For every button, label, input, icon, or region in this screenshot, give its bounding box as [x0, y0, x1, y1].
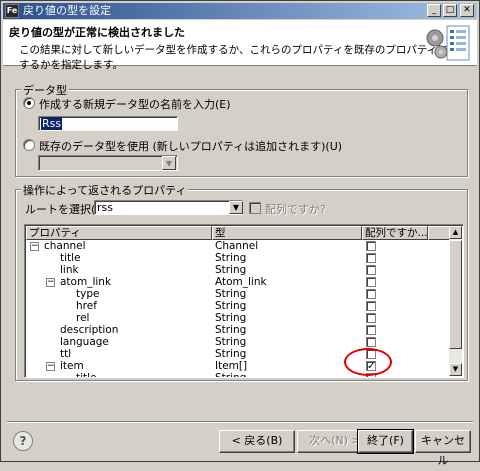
table-row[interactable]: − channel Channel: [26, 240, 450, 252]
property-name: atom_link: [60, 276, 112, 288]
column-header-filler: [428, 226, 450, 240]
property-type: String: [215, 252, 247, 264]
column-header-property[interactable]: プロパティ: [26, 226, 212, 240]
new-datatype-name-input[interactable]: Rss: [38, 116, 178, 131]
root-select-value: rss: [97, 201, 113, 214]
property-name: language: [60, 336, 109, 348]
use-existing-radio[interactable]: [23, 139, 35, 151]
property-type: Atom_link: [215, 276, 267, 288]
maximize-button[interactable]: □: [443, 4, 457, 17]
table-row[interactable]: rel String: [26, 312, 450, 324]
highlight-circle-annotation: [344, 348, 392, 376]
dialog-window: Fe 戻り値の型を設定 _ □ ✕ 戻り値の型が正常に検出されました この結果に…: [0, 0, 480, 467]
help-icon[interactable]: ?: [13, 431, 33, 451]
finish-button[interactable]: 終了(F): [357, 429, 414, 454]
table-row[interactable]: description String: [26, 324, 450, 336]
property-name: ttl: [60, 348, 72, 360]
is-array-row-checkbox[interactable]: [366, 337, 376, 347]
use-existing-label: 既存のデータ型を使用 (新しいプロパティは追加されます)(U): [39, 140, 343, 153]
tree-collapse-icon[interactable]: −: [30, 242, 39, 251]
table-vertical-scrollbar[interactable]: ▲ ▼: [449, 226, 462, 376]
create-new-label: 作成する新規データ型の名前を入力(E): [39, 98, 231, 111]
is-array-checkbox[interactable]: [249, 202, 261, 214]
is-array-row-checkbox[interactable]: [366, 325, 376, 335]
existing-datatype-dropdown-icon[interactable]: ▼: [162, 156, 176, 170]
table-row[interactable]: title String: [26, 252, 450, 264]
scroll-down-icon[interactable]: ▼: [449, 363, 462, 376]
minimize-button[interactable]: _: [427, 4, 441, 17]
property-type: String: [215, 336, 247, 348]
property-type: String: [215, 348, 247, 360]
cancel-button[interactable]: キャンセル: [415, 430, 471, 467]
table-row[interactable]: title String: [26, 372, 450, 378]
scroll-thumb[interactable]: [449, 240, 462, 349]
existing-datatype-select[interactable]: [38, 155, 178, 171]
back-button[interactable]: < 戻る(B): [219, 430, 295, 453]
is-array-row-checkbox[interactable]: [366, 277, 376, 287]
property-name: title: [76, 372, 97, 378]
is-array-row-checkbox[interactable]: [366, 265, 376, 275]
scroll-up-icon[interactable]: ▲: [449, 226, 462, 239]
wizard-gears-graphic: [426, 25, 470, 61]
app-icon: Fe: [5, 4, 19, 18]
table-row[interactable]: language String: [26, 336, 450, 348]
column-header-is-array[interactable]: 配列ですか...: [362, 226, 428, 240]
property-name: type: [76, 288, 100, 300]
wizard-header: 戻り値の型が正常に検出されました この結果に対して新しいデータ型を作成するか、こ…: [3, 20, 477, 71]
property-name: description: [60, 324, 119, 336]
property-name: channel: [44, 240, 86, 252]
column-header-type[interactable]: 型: [212, 226, 362, 240]
header-title: 戻り値の型が正常に検出されました: [9, 26, 185, 39]
table-row[interactable]: type String: [26, 288, 450, 300]
is-array-row-checkbox[interactable]: [366, 241, 376, 251]
property-name: href: [76, 300, 97, 312]
header-description: この結果に対して新しいデータ型を作成するか、これらのプロパティを既存のプロパティ…: [19, 44, 469, 71]
table-header: プロパティ 型 配列ですか...: [26, 226, 463, 240]
tree-collapse-icon[interactable]: −: [46, 278, 55, 287]
property-type: String: [215, 264, 247, 276]
is-array-row-checkbox[interactable]: [366, 253, 376, 263]
tree-collapse-icon[interactable]: −: [46, 362, 55, 371]
property-name: item: [60, 360, 84, 372]
new-datatype-name-value: Rss: [41, 117, 63, 130]
is-array-label: 配列ですか?: [265, 203, 326, 216]
table-row[interactable]: href String: [26, 300, 450, 312]
property-type: String: [215, 324, 247, 336]
is-array-row-checkbox[interactable]: [366, 289, 376, 299]
property-type: String: [215, 288, 247, 300]
root-dropdown-icon[interactable]: ▼: [229, 201, 243, 214]
table-row[interactable]: link String: [26, 264, 450, 276]
table-row[interactable]: − atom_link Atom_link: [26, 276, 450, 288]
property-type: String: [215, 312, 247, 324]
property-type: Item[]: [215, 360, 248, 372]
title-bar[interactable]: Fe 戻り値の型を設定 _ □ ✕: [3, 3, 477, 19]
properties-table: プロパティ 型 配列ですか... − channel Channel title Str…: [24, 224, 464, 378]
window-title: 戻り値の型を設定: [23, 4, 111, 17]
property-type: String: [215, 372, 247, 378]
root-select[interactable]: rss: [94, 200, 243, 215]
close-button[interactable]: ✕: [460, 4, 474, 17]
bottom-separator: [7, 421, 473, 423]
properties-group-label: 操作によって返されるプロパティ: [21, 182, 189, 198]
property-type: String: [215, 300, 247, 312]
property-name: link: [60, 264, 79, 276]
create-new-radio[interactable]: [23, 97, 35, 109]
is-array-row-checkbox[interactable]: [366, 301, 376, 311]
property-name: rel: [76, 312, 90, 324]
property-name: title: [60, 252, 81, 264]
is-array-row-checkbox[interactable]: [366, 313, 376, 323]
property-type: Channel: [215, 240, 259, 252]
